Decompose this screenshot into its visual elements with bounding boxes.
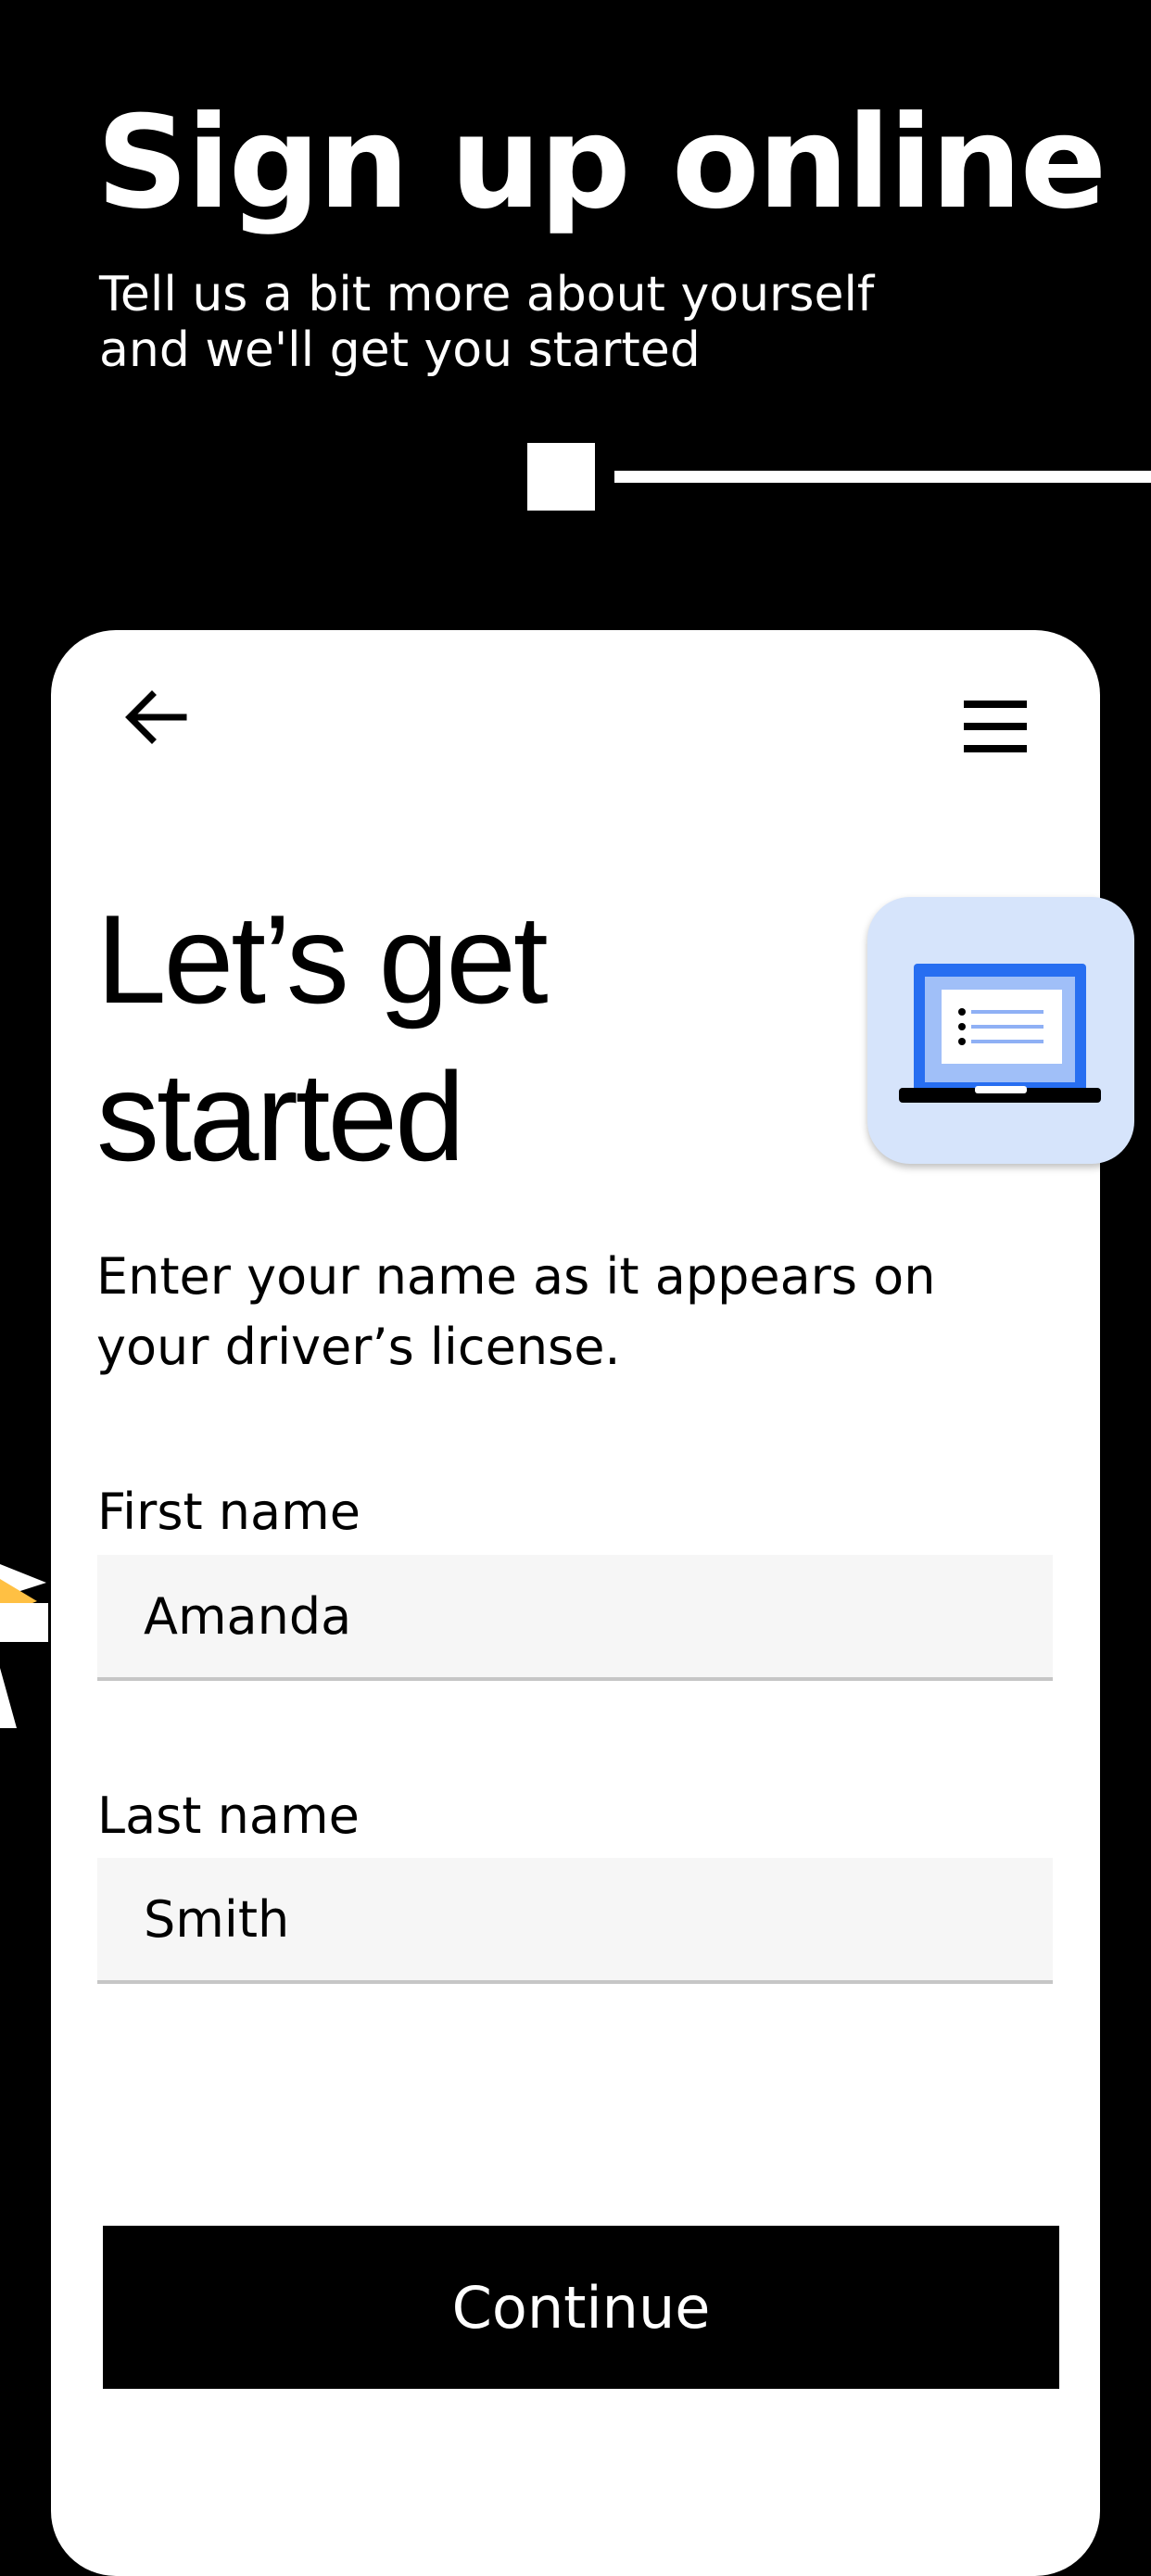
last-name-field[interactable] (97, 1858, 1053, 1984)
page-title: Sign up online (96, 88, 1107, 237)
laptop-illustration (867, 897, 1134, 1164)
first-name-field[interactable] (97, 1555, 1053, 1681)
hamburger-menu-icon (964, 701, 1027, 752)
continue-button[interactable]: Continue (103, 2226, 1059, 2389)
arrow-left-icon (125, 690, 187, 744)
decorative-shapes-icon (0, 1564, 48, 1728)
progress-step-indicator (527, 443, 595, 511)
page-subtitle: Tell us a bit more about yourself and we… (99, 267, 875, 378)
laptop-icon (899, 964, 1101, 1103)
first-name-label: First name (97, 1483, 360, 1541)
menu-button[interactable] (960, 693, 1031, 760)
progress-track (614, 471, 1151, 483)
back-button[interactable] (119, 684, 193, 751)
instructions-text: Enter your name as it appears on your dr… (96, 1247, 936, 1376)
last-name-label: Last name (97, 1787, 360, 1845)
card-title: Let’s get started (96, 889, 549, 1187)
